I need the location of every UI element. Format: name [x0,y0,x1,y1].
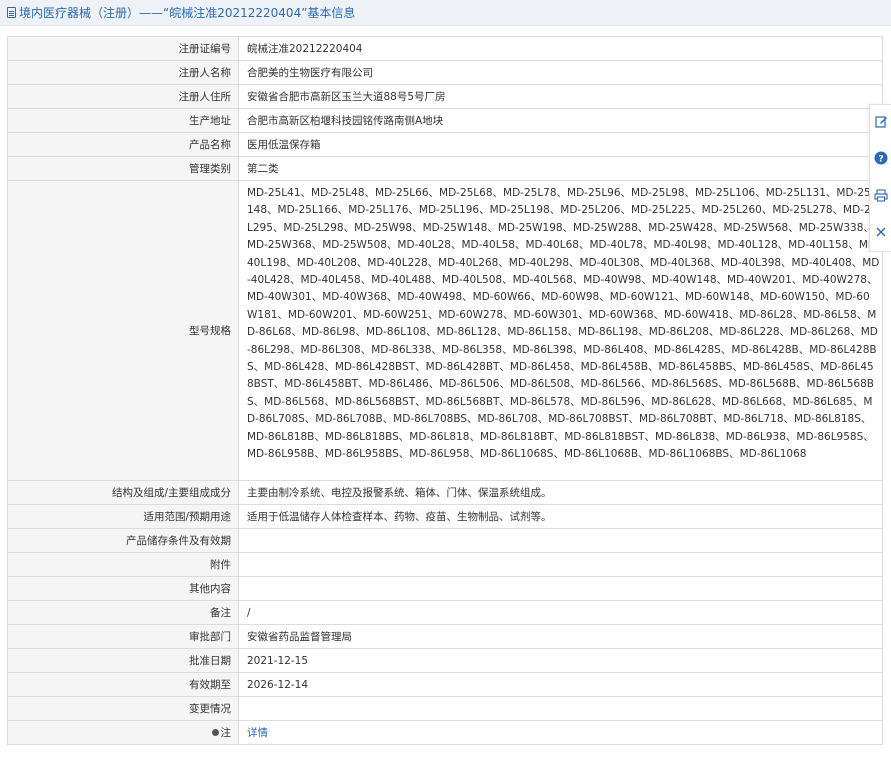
note-label: 注 [220,727,232,739]
table-row: 其他内容 [7,576,883,601]
edit-icon[interactable] [874,114,888,128]
table-row: 结构及组成/主要组成成分 主要由制冷系统、电控及报警系统、箱体、门体、保温系统组… [7,480,883,505]
table-row: 批准日期 2021-12-15 [7,648,883,673]
close-icon[interactable] [874,225,888,239]
row-label: 产品名称 [7,132,239,157]
row-value-reg-no: 皖械注准20212220404 [238,36,883,61]
print-icon[interactable] [874,188,888,202]
row-value-address: 安徽省合肥市高新区玉兰大道88号5号厂房 [238,84,883,109]
row-label: 变更情况 [7,696,239,721]
table-row: 有效期至 2026-12-14 [7,672,883,697]
document-icon [7,7,16,18]
row-value-structure: 主要由制冷系统、电控及报警系统、箱体、门体、保温系统组成。 [238,480,883,505]
row-label: 其他内容 [7,576,239,601]
row-label-note: 注 [7,720,239,745]
row-value-production: 合肥市高新区柏堰科技园铭传路南侧A地块 [238,108,883,133]
row-value-approval-dept: 安徽省药品监督管理局 [238,624,883,649]
row-value-product-name: 医用低温保存箱 [238,132,883,157]
row-value-scope: 适用于低温储存人体检查样本、药物、疫苗、生物制品、试剂等。 [238,504,883,529]
table-row: 生产地址 合肥市高新区柏堰科技园铭传路南侧A地块 [7,108,883,133]
table-row: 备注 / [7,600,883,625]
table-row: 产品名称 医用低温保存箱 [7,132,883,157]
row-value-model: MD-25L41、MD-25L48、MD-25L66、MD-25L68、MD-2… [238,180,883,481]
details-link[interactable]: 详情 [247,727,268,739]
page-title-bar: 境内医疗器械（注册）——“皖械注准20212220404”基本信息 [0,0,891,26]
table-row: 附件 [7,552,883,577]
row-label: 适用范围/预期用途 [7,504,239,529]
row-label: 注册证编号 [7,36,239,61]
table-row: 型号规格 MD-25L41、MD-25L48、MD-25L66、MD-25L68… [7,180,883,481]
pin-icon [211,728,219,736]
row-label: 批准日期 [7,648,239,673]
page-title: 境内医疗器械（注册）——“皖械注准20212220404”基本信息 [19,6,356,20]
table-row: 产品储存条件及有效期 [7,528,883,553]
row-value-registrant: 合肥美的生物医疗有限公司 [238,60,883,85]
row-label: 有效期至 [7,672,239,697]
row-value-other [238,576,883,601]
row-label: 注册人名称 [7,60,239,85]
row-label: 产品储存条件及有效期 [7,528,239,553]
row-label: 审批部门 [7,624,239,649]
row-value-attachment [238,552,883,577]
row-label: 管理类别 [7,156,239,181]
table-row: 注册人名称 合肥美的生物医疗有限公司 [7,60,883,85]
device-info-table: 注册证编号 皖械注准20212220404 注册人名称 合肥美的生物医疗有限公司… [7,36,883,745]
table-row: 审批部门 安徽省药品监督管理局 [7,624,883,649]
row-value-valid-until: 2026-12-14 [238,672,883,697]
row-label: 注册人住所 [7,84,239,109]
table-row: 注册人住所 安徽省合肥市高新区玉兰大道88号5号厂房 [7,84,883,109]
help-icon[interactable]: ? [874,151,888,165]
row-value-approval-date: 2021-12-15 [238,648,883,673]
row-value-remark: / [238,600,883,625]
table-row: 注册证编号 皖械注准20212220404 [7,36,883,61]
row-label: 生产地址 [7,108,239,133]
table-row: 变更情况 [7,696,883,721]
table-row: 注 详情 [7,720,883,745]
row-value-storage [238,528,883,553]
side-toolbar: ? [869,104,891,252]
svg-text:?: ? [878,155,883,165]
table-row: 管理类别 第二类 [7,156,883,181]
row-label: 结构及组成/主要组成成分 [7,480,239,505]
row-value-note: 详情 [238,720,883,745]
table-row: 适用范围/预期用途 适用于低温储存人体检查样本、药物、疫苗、生物制品、试剂等。 [7,504,883,529]
row-value-change [238,696,883,721]
row-value-mgmt-class: 第二类 [238,156,883,181]
row-label: 备注 [7,600,239,625]
row-label: 型号规格 [7,180,239,481]
row-label: 附件 [7,552,239,577]
